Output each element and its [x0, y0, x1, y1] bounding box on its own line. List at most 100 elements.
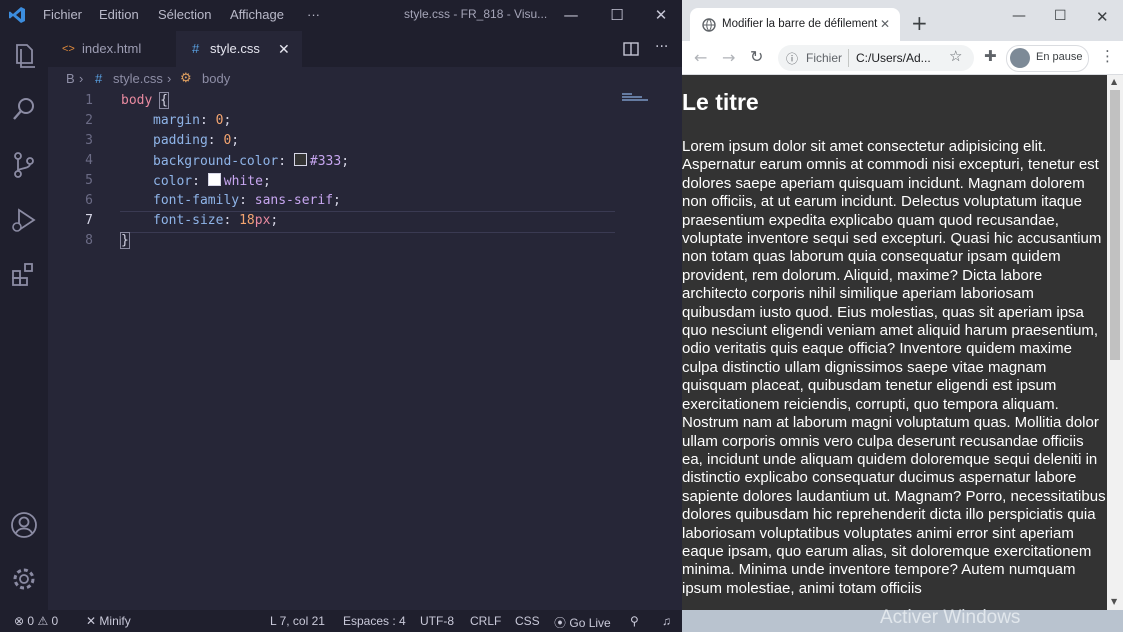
- scrollbar[interactable]: ▲ ▼: [1107, 75, 1123, 610]
- close-window-icon[interactable]: ✕: [1096, 8, 1109, 26]
- warning-count: 0: [51, 614, 59, 628]
- menu-edition[interactable]: Edition: [99, 7, 139, 22]
- line-number: 1: [85, 93, 93, 108]
- browser-tab[interactable]: Modifier la barre de défilement ✕: [690, 8, 900, 41]
- activity-bar: [0, 31, 48, 610]
- search-icon[interactable]: [8, 93, 40, 125]
- maximize-button[interactable]: ☐: [594, 0, 640, 31]
- line-endings[interactable]: CRLF: [470, 614, 501, 628]
- problems-indicator[interactable]: ⊗ 0 ⚠ 0: [14, 614, 58, 628]
- gear-icon[interactable]: [8, 563, 40, 595]
- code-brace: {: [159, 92, 169, 109]
- indentation[interactable]: Espaces : 4: [343, 614, 406, 628]
- run-debug-icon[interactable]: [8, 204, 40, 236]
- page-paragraph: Lorem ipsum dolor sit amet consectetur a…: [682, 138, 1106, 597]
- code-value: white: [223, 174, 263, 189]
- window-title: style.css - FR_818 - Visu...: [404, 7, 548, 21]
- more-actions-icon[interactable]: ···: [655, 39, 668, 55]
- vscode-window: Fichier Edition Sélection Affichage ··· …: [0, 0, 682, 632]
- breadcrumb-file[interactable]: style.css: [113, 71, 163, 86]
- chevron-right-icon: ›: [79, 71, 84, 86]
- code-property: color: [153, 174, 193, 189]
- reload-icon[interactable]: ↻: [750, 47, 763, 66]
- breadcrumb-folder[interactable]: B: [66, 71, 75, 86]
- code-line: padding: 0;: [153, 133, 240, 148]
- back-icon[interactable]: ←: [694, 48, 707, 67]
- close-tab-icon[interactable]: ✕: [880, 17, 890, 31]
- maximize-icon[interactable]: ☐: [1054, 8, 1067, 24]
- source-control-icon[interactable]: [8, 149, 40, 181]
- split-editor-icon[interactable]: [623, 42, 639, 56]
- menu-more[interactable]: ···: [307, 7, 320, 22]
- code-value: 18: [239, 213, 255, 228]
- star-icon[interactable]: ☆: [949, 47, 962, 65]
- scrollbar-thumb[interactable]: [1110, 90, 1120, 360]
- code-line: }: [120, 232, 130, 249]
- scroll-down-icon[interactable]: ▼: [1111, 597, 1117, 606]
- info-icon[interactable]: ⓘ: [786, 50, 798, 67]
- line-number: 6: [85, 193, 93, 208]
- line-number: 7: [85, 213, 93, 228]
- minify-label: Minify: [99, 614, 131, 628]
- minimize-icon[interactable]: —: [1012, 8, 1026, 24]
- code-line: body {: [121, 92, 169, 109]
- tab-label: style.css: [210, 41, 260, 56]
- menu-affichage[interactable]: Affichage: [230, 7, 284, 22]
- desktop-strip: Activer Windows: [682, 607, 1123, 632]
- breadcrumb-symbol[interactable]: body: [202, 71, 230, 86]
- code-selector: body: [121, 93, 153, 108]
- forward-icon[interactable]: →: [722, 48, 735, 67]
- explorer-icon[interactable]: [8, 39, 40, 71]
- minimize-button[interactable]: —: [548, 0, 594, 31]
- menu-icon[interactable]: ⋮: [1100, 47, 1115, 65]
- warning-icon: ⚠: [37, 614, 49, 628]
- tools-icon: ✕: [86, 614, 97, 628]
- browser-tab-strip: Modifier la barre de défilement ✕ + — ☐ …: [682, 0, 1123, 41]
- html-file-icon: <>: [62, 43, 75, 55]
- line-number: 4: [85, 153, 93, 168]
- scroll-up-icon[interactable]: ▲: [1111, 77, 1117, 86]
- minimap[interactable]: [622, 93, 652, 103]
- go-live-button[interactable]: ⦿ Go Live: [554, 614, 611, 631]
- feedback-icon[interactable]: ⚲: [630, 614, 639, 628]
- globe-icon: [702, 18, 716, 32]
- minify-button[interactable]: ✕ Minify: [86, 614, 131, 628]
- vscode-logo-icon: [9, 7, 25, 23]
- code-line: color: white;: [153, 173, 271, 189]
- address-text: C:/Users/Ad...: [856, 51, 931, 65]
- breadcrumb: B › # style.css › ⚙ body: [48, 67, 682, 91]
- new-tab-button[interactable]: +: [911, 13, 928, 33]
- close-icon: ✕: [654, 6, 668, 24]
- code-brace: }: [120, 232, 130, 249]
- encoding[interactable]: UTF-8: [420, 614, 454, 628]
- extensions-icon[interactable]: [8, 259, 40, 291]
- error-icon: ⊗: [14, 614, 25, 628]
- bell-icon[interactable]: ♫: [662, 614, 671, 628]
- close-tab-icon[interactable]: ✕: [278, 31, 290, 67]
- cursor-position[interactable]: L 7, col 21: [270, 614, 325, 628]
- menu-selection[interactable]: Sélection: [158, 7, 211, 22]
- code-editor[interactable]: 1 2 3 4 5 6 7 8 body { margin: 0; paddin…: [48, 91, 682, 610]
- profile-button[interactable]: En pause: [1006, 45, 1089, 72]
- color-swatch[interactable]: [207, 173, 221, 186]
- code-property: font-size: [153, 213, 224, 228]
- code-property: font-family: [153, 193, 240, 208]
- avatar: [1010, 48, 1030, 68]
- color-swatch[interactable]: [293, 153, 307, 166]
- code-unit: px: [254, 213, 271, 228]
- line-number: 8: [85, 233, 93, 248]
- menu-fichier[interactable]: Fichier: [43, 7, 82, 22]
- chevron-right-icon: ›: [167, 71, 172, 86]
- tab-style-css[interactable]: # style.css ✕: [176, 31, 302, 67]
- address-bar[interactable]: ⓘ Fichier C:/Users/Ad...: [778, 45, 974, 71]
- divider: [848, 49, 849, 67]
- account-icon[interactable]: [8, 509, 40, 541]
- tab-label: index.html: [82, 41, 142, 56]
- tab-index-html[interactable]: <> index.html: [48, 31, 176, 67]
- code-line: margin: 0;: [153, 113, 232, 128]
- close-window-button[interactable]: ✕: [640, 0, 682, 31]
- code-property: background-color: [153, 154, 279, 169]
- extensions-icon[interactable]: ✚: [984, 47, 997, 65]
- language-mode[interactable]: CSS: [515, 614, 540, 628]
- browser-window: Modifier la barre de défilement ✕ + — ☐ …: [682, 0, 1123, 632]
